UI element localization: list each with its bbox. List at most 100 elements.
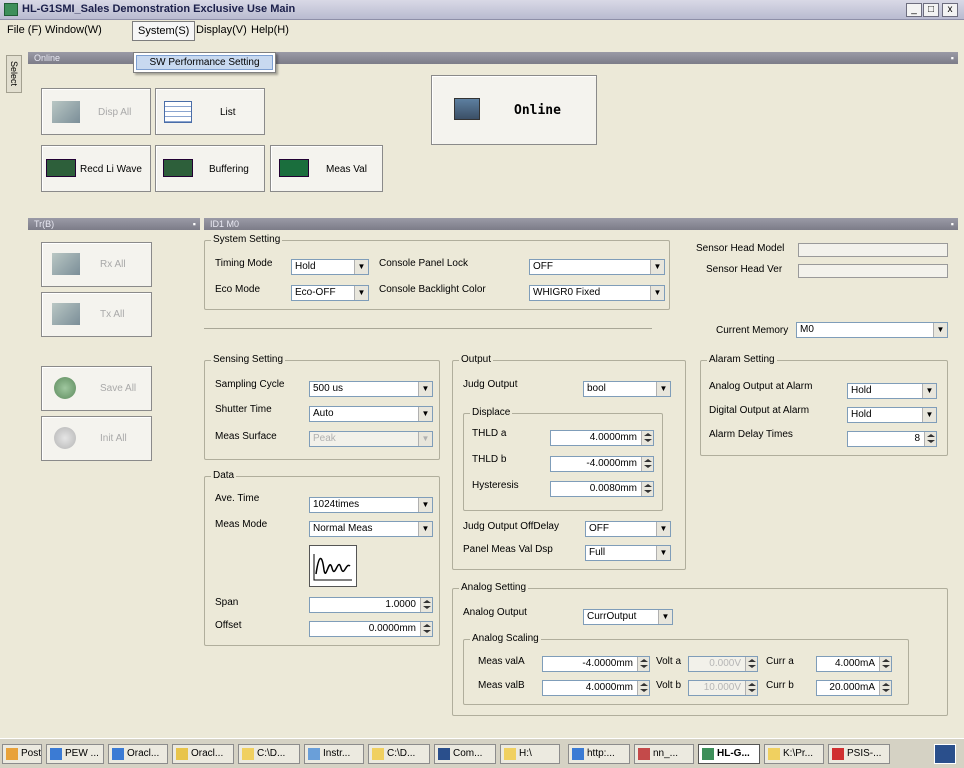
online-button[interactable]: Online — [431, 75, 597, 145]
sensor-head-ver-field — [798, 264, 948, 278]
buffering-button[interactable]: Buffering — [155, 145, 265, 192]
select-side-tab[interactable]: Select — [6, 55, 22, 93]
menu-help[interactable]: Help(H) — [246, 21, 294, 40]
hysteresis-label: Hysteresis — [472, 480, 519, 491]
taskbar-item[interactable]: nn_... — [634, 744, 694, 764]
offset-stepper[interactable]: 0.0000mm — [309, 621, 433, 637]
spin-arrows-icon[interactable] — [420, 622, 432, 636]
meas-surface-value: Peak — [313, 433, 336, 444]
taskbar-item[interactable]: PEW ... — [46, 744, 104, 764]
list-button[interactable]: List — [155, 88, 265, 135]
offset-label: Offset — [215, 620, 242, 631]
thld-b-label: THLD b — [472, 454, 507, 465]
alarm-delay-stepper[interactable]: 8 — [847, 431, 937, 447]
thld-b-stepper[interactable]: -4.0000mm — [550, 456, 654, 472]
save-all-button[interactable]: Save All — [41, 366, 152, 411]
meas-val-button[interactable]: Meas Val — [270, 145, 383, 192]
taskbar-item[interactable]: Oracl... — [172, 744, 234, 764]
chevron-down-icon: ▼ — [656, 382, 670, 396]
sampling-cycle-select[interactable]: 500 us ▼ — [309, 381, 433, 397]
chevron-down-icon: ▼ — [922, 408, 936, 422]
spin-arrows-icon[interactable] — [641, 431, 653, 445]
pin-icon[interactable]: ▪ — [951, 52, 954, 64]
rx-all-button[interactable]: Rx All — [41, 242, 152, 287]
main-panel-title: ID1 M0 — [210, 219, 240, 229]
offdelay-select[interactable]: OFF ▼ — [585, 521, 671, 537]
console-lock-select[interactable]: OFF ▼ — [529, 259, 665, 275]
tray-icon[interactable] — [934, 744, 956, 764]
digital-alarm-value: Hold — [851, 409, 872, 420]
init-all-button[interactable]: Init All — [41, 416, 152, 461]
chevron-down-icon: ▼ — [650, 260, 664, 274]
spin-arrows-icon[interactable] — [879, 657, 891, 671]
menu-system[interactable]: System(S) — [132, 21, 196, 41]
timing-mode-select[interactable]: Hold ▼ — [291, 259, 369, 275]
current-memory-select[interactable]: M0 ▼ — [796, 322, 948, 338]
spin-arrows-icon[interactable] — [637, 681, 649, 695]
taskbar-item[interactable]: http:... — [568, 744, 630, 764]
spin-arrows-icon[interactable] — [879, 681, 891, 695]
minimize-button[interactable]: _ — [906, 3, 922, 17]
span-stepper[interactable]: 1.0000 — [309, 597, 433, 613]
recd-li-wave-button[interactable]: Recd Li Wave — [41, 145, 151, 192]
spin-arrows-icon[interactable] — [637, 657, 649, 671]
meas-val-b-stepper[interactable]: 4.0000mm — [542, 680, 650, 696]
meas-mode-select[interactable]: Normal Meas ▼ — [309, 521, 433, 537]
panel-meas-dsp-value: Full — [589, 547, 606, 558]
taskbar-item[interactable]: H:\ — [500, 744, 560, 764]
analog-output-select[interactable]: CurrOutput ▼ — [583, 609, 673, 625]
shutter-time-value: Auto — [313, 408, 334, 419]
close-button[interactable]: x — [942, 3, 958, 17]
digital-alarm-select[interactable]: Hold ▼ — [847, 407, 937, 423]
curr-b-value: 20.000mA — [829, 682, 875, 693]
spin-arrows-icon[interactable] — [420, 598, 432, 612]
pdf-icon — [832, 748, 844, 760]
system-dropdown: SW Performance Setting — [133, 52, 276, 73]
eco-mode-select[interactable]: Eco-OFF ▼ — [291, 285, 369, 301]
spin-arrows-icon[interactable] — [641, 457, 653, 471]
menu-sw-performance-setting[interactable]: SW Performance Setting — [136, 55, 273, 70]
panel-meas-dsp-select[interactable]: Full ▼ — [585, 545, 671, 561]
menu-display[interactable]: Display(V) — [191, 21, 252, 40]
taskbar-item[interactable]: C:\D... — [368, 744, 430, 764]
folder-icon — [504, 748, 516, 760]
backlight-select[interactable]: WHIGR0 Fixed ▼ — [529, 285, 665, 301]
taskbar-item[interactable]: Post... — [2, 744, 42, 764]
main-pin-icon[interactable]: ▪ — [951, 218, 954, 230]
tx-all-button[interactable]: Tx All — [41, 292, 152, 337]
volt-a-label: Volt a — [656, 656, 682, 667]
taskbar-item[interactable]: C:\D... — [238, 744, 300, 764]
thld-a-stepper[interactable]: 4.0000mm — [550, 430, 654, 446]
curr-a-stepper[interactable]: 4.000mA — [816, 656, 892, 672]
ave-time-select[interactable]: 1024times ▼ — [309, 497, 433, 513]
online-panel-title: Online — [34, 53, 61, 63]
taskbar-item[interactable]: Instr... — [304, 744, 364, 764]
shutter-time-select[interactable]: Auto ▼ — [309, 406, 433, 422]
volt-a-stepper: 0.000V — [688, 656, 758, 672]
maximize-button[interactable]: □ — [923, 3, 939, 17]
hysteresis-stepper[interactable]: 0.0080mm — [550, 481, 654, 497]
displace-title: Displace — [470, 407, 513, 418]
taskbar-item[interactable]: K:\Pr... — [764, 744, 824, 764]
curr-b-stepper[interactable]: 20.000mA — [816, 680, 892, 696]
meas-val-a-stepper[interactable]: -4.0000mm — [542, 656, 650, 672]
spin-arrows-icon[interactable] — [924, 432, 936, 446]
browser-icon — [50, 748, 62, 760]
analog-alarm-select[interactable]: Hold ▼ — [847, 383, 937, 399]
left-pin-icon[interactable]: ▪ — [193, 218, 196, 230]
hysteresis-value: 0.0080mm — [589, 483, 637, 494]
disp-all-button[interactable]: Disp All — [41, 88, 151, 135]
judge-output-select[interactable]: bool ▼ — [583, 381, 671, 397]
console-lock-label: Console Panel Lock — [379, 258, 468, 269]
volt-b-value: 10.000V — [703, 682, 741, 693]
taskbar-item-active[interactable]: HL-G... — [698, 744, 760, 764]
span-value: 1.0000 — [385, 599, 416, 610]
spin-arrows-icon[interactable] — [641, 482, 653, 496]
spin-arrows-icon — [745, 657, 757, 671]
taskbar-item[interactable]: Oracl... — [108, 744, 168, 764]
taskbar-item[interactable]: PSIS-... — [828, 744, 890, 764]
menu-window[interactable]: Window(W) — [40, 21, 107, 40]
taskbar-item[interactable]: Com... — [434, 744, 496, 764]
backlight-value: WHIGR0 Fixed — [533, 287, 601, 298]
taskbar-label: H:\ — [519, 748, 532, 759]
